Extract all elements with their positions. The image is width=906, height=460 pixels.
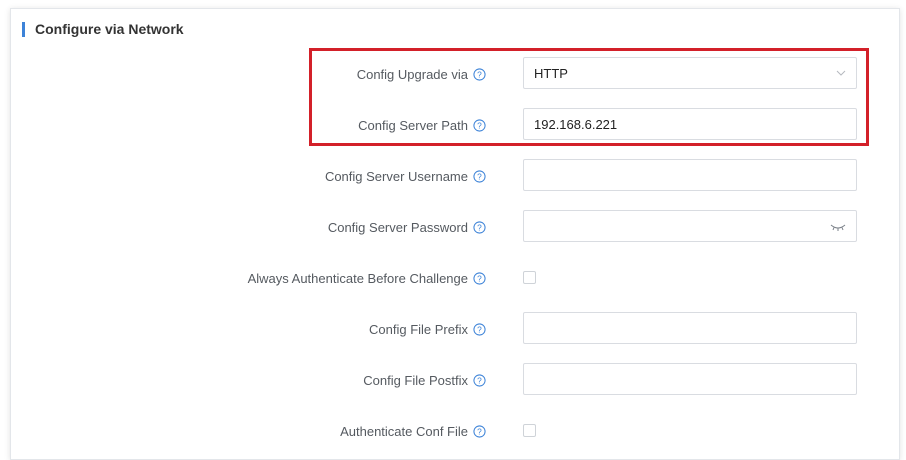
config-file-prefix-input[interactable] [523,312,857,344]
section-title: Configure via Network [35,21,184,37]
authenticate-conf-file-label-wrap: Authenticate Conf File ? [340,414,486,448]
always-authenticate-label-wrap: Always Authenticate Before Challenge ? [248,261,486,295]
svg-text:?: ? [477,69,482,79]
config-file-postfix-label-wrap: Config File Postfix ? [363,363,486,397]
section-header: Configure via Network [22,20,184,38]
config-file-prefix-row: Config File Prefix ? [10,312,898,346]
svg-text:?: ? [477,324,482,334]
config-server-password-label-wrap: Config Server Password ? [328,210,486,244]
config-file-prefix-label: Config File Prefix [369,321,468,337]
config-server-path-label-wrap: Config Server Path ? [358,108,486,142]
help-circle-icon[interactable]: ? [473,220,486,234]
config-server-path-label: Config Server Path [358,117,468,133]
help-circle-icon[interactable]: ? [473,118,486,132]
config-file-prefix-label-wrap: Config File Prefix ? [369,312,486,346]
help-circle-icon[interactable]: ? [473,271,486,285]
config-server-path-input[interactable]: 192.168.6.221 [523,108,857,140]
config-server-password-label: Config Server Password [327,219,468,235]
authenticate-conf-file-row: Authenticate Conf File ? [10,414,898,448]
config-server-username-input[interactable] [523,159,857,191]
config-server-password-input[interactable] [523,210,857,242]
config-server-username-label: Config Server Username [324,168,468,184]
always-authenticate-checkbox[interactable] [523,271,536,284]
config-file-postfix-input[interactable] [523,363,857,395]
config-upgrade-via-value: HTTP [534,65,568,81]
svg-text:?: ? [477,273,482,283]
svg-text:?: ? [477,375,482,385]
svg-text:?: ? [477,120,482,130]
always-authenticate-label: Always Authenticate Before Challenge [247,270,468,286]
help-circle-icon[interactable]: ? [473,67,486,81]
svg-text:?: ? [477,426,482,436]
config-file-postfix-row: Config File Postfix ? [10,363,898,397]
config-server-path-row: Config Server Path ? 192.168.6.221 [10,108,898,142]
chevron-down-icon [836,70,846,76]
authenticate-conf-file-checkbox[interactable] [523,424,536,437]
config-upgrade-via-row: Config Upgrade via ? HTTP [10,57,898,91]
help-circle-icon[interactable]: ? [473,373,486,387]
svg-text:?: ? [477,171,482,181]
config-file-postfix-label: Config File Postfix [363,372,468,388]
config-server-password-row: Config Server Password ? [10,210,898,244]
always-authenticate-row: Always Authenticate Before Challenge ? [10,261,898,295]
help-circle-icon[interactable]: ? [473,424,486,438]
config-server-username-row: Config Server Username ? [10,159,898,193]
config-upgrade-via-label: Config Upgrade via [356,66,468,82]
config-upgrade-via-select[interactable]: HTTP [523,57,857,89]
svg-text:?: ? [477,222,482,232]
config-server-path-value: 192.168.6.221 [534,116,618,132]
config-server-username-label-wrap: Config Server Username ? [325,159,486,193]
help-circle-icon[interactable]: ? [473,169,486,183]
eye-closed-icon[interactable] [830,222,846,232]
section-accent-bar [22,21,25,37]
config-upgrade-via-label-wrap: Config Upgrade via ? [357,57,486,91]
authenticate-conf-file-label: Authenticate Conf File [340,423,468,439]
help-circle-icon[interactable]: ? [473,322,486,336]
